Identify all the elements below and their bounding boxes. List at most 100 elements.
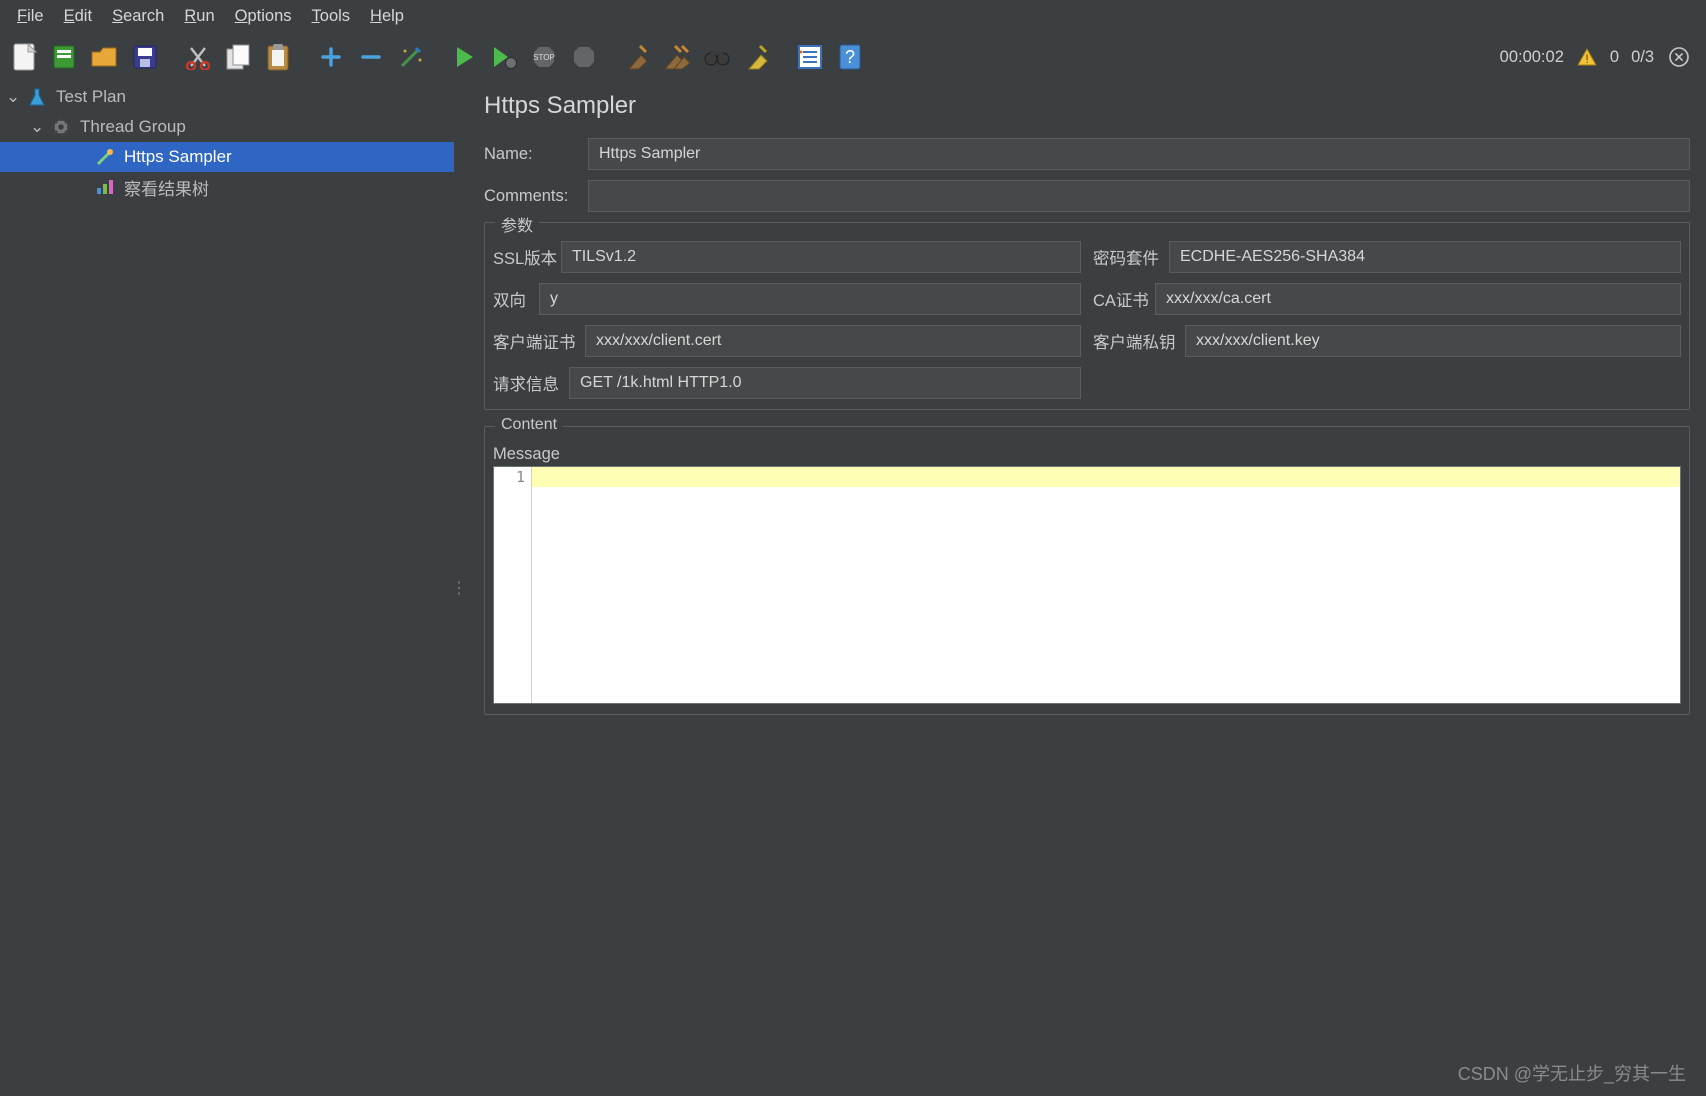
flask-icon [26, 86, 48, 108]
editor-textarea[interactable] [532, 467, 1680, 703]
help-button[interactable]: ? [833, 40, 867, 74]
watermark: CSDN @学无止步_穷其一生 [1458, 1060, 1686, 1086]
broom-yellow-icon [743, 43, 771, 71]
expand-toggle[interactable] [1666, 44, 1692, 70]
menu-tools[interactable]: Tools [305, 5, 358, 28]
shutdown-icon [572, 45, 596, 69]
minus-icon [360, 46, 382, 68]
name-input[interactable] [588, 138, 1690, 170]
help-icon: ? [838, 43, 862, 71]
client-key-label: 客户端私钥 [1093, 329, 1185, 353]
plus-icon [320, 46, 342, 68]
tree-https-sampler[interactable]: Https Sampler [0, 142, 454, 172]
tree-thread-group[interactable]: ⌄ Thread Group [0, 112, 454, 142]
toggle-button[interactable] [394, 40, 428, 74]
expand-icon [1668, 46, 1690, 68]
menu-search[interactable]: Search [105, 5, 171, 28]
clear-all-button[interactable] [660, 40, 694, 74]
templates-button[interactable] [48, 40, 82, 74]
tree-test-plan[interactable]: ⌄ Test Plan [0, 82, 454, 112]
paste-button[interactable] [261, 40, 295, 74]
chevron-down-icon[interactable]: ⌄ [6, 87, 22, 107]
panel-title: Https Sampler [484, 92, 1690, 120]
editor-gutter: 1 [494, 467, 532, 703]
toolbar: STOP ? 00:00:02 ! 0 0/3 [0, 34, 1706, 80]
threads-count: 0/3 [1631, 48, 1654, 67]
line-number: 1 [494, 468, 525, 486]
play-icon [453, 45, 475, 69]
copy-button[interactable] [221, 40, 255, 74]
splitter[interactable]: ⋮ [454, 80, 464, 1096]
client-cert-input[interactable] [585, 325, 1081, 357]
ca-cert-label: CA证书 [1093, 287, 1155, 311]
function-helper-button[interactable] [793, 40, 827, 74]
chart-icon [94, 176, 116, 198]
expand-all-button[interactable] [314, 40, 348, 74]
warning-icon: ! [1576, 47, 1598, 67]
broom-double-icon [662, 43, 692, 71]
comments-input[interactable] [588, 180, 1690, 212]
ca-cert-input[interactable] [1155, 283, 1681, 315]
open-button[interactable] [88, 40, 122, 74]
collapse-all-button[interactable] [354, 40, 388, 74]
main-split: ⌄ Test Plan ⌄ Thread Group Https Sampler [0, 80, 1706, 1096]
gear-icon [50, 116, 72, 138]
client-key-input[interactable] [1185, 325, 1681, 357]
warnings-indicator[interactable]: ! [1576, 47, 1598, 67]
params-legend: 参数 [495, 212, 539, 236]
binoculars-icon [703, 45, 731, 69]
test-plan-tree[interactable]: ⌄ Test Plan ⌄ Thread Group Https Sampler [0, 80, 454, 1096]
warning-count: 0 [1610, 48, 1619, 67]
shutdown-button[interactable] [567, 40, 601, 74]
svg-text:?: ? [845, 47, 855, 67]
chevron-down-icon[interactable]: ⌄ [30, 117, 46, 137]
cipher-input[interactable] [1169, 241, 1681, 273]
save-button[interactable] [128, 40, 162, 74]
toolbar-status: 00:00:02 ! 0 0/3 [1500, 44, 1698, 70]
clear-button[interactable] [620, 40, 654, 74]
message-editor[interactable]: 1 [493, 466, 1681, 704]
bidir-input[interactable] [539, 283, 1081, 315]
cut-button[interactable] [181, 40, 215, 74]
new-button[interactable] [8, 40, 42, 74]
ssl-version-label: SSL版本 [493, 245, 561, 269]
tree-view-results[interactable]: 察看结果树 [0, 172, 454, 202]
menu-options[interactable]: Options [228, 5, 299, 28]
request-input[interactable] [569, 367, 1081, 399]
stop-button[interactable]: STOP [527, 40, 561, 74]
start-no-pause-button[interactable] [487, 40, 521, 74]
elapsed-time: 00:00:02 [1500, 48, 1564, 67]
svg-text:!: ! [1585, 52, 1588, 66]
save-icon [132, 44, 158, 70]
start-button[interactable] [447, 40, 481, 74]
templates-icon [51, 43, 79, 71]
sampler-icon [94, 146, 116, 168]
editor-current-line [532, 467, 1680, 487]
stop-icon: STOP [532, 45, 556, 69]
bidir-label: 双向 [493, 287, 539, 311]
sampler-config-panel: Https Sampler Name: Comments: 参数 SSL版本 密… [464, 80, 1706, 1096]
tree-test-plan-label: Test Plan [56, 87, 126, 107]
cut-icon [185, 44, 211, 70]
menubar: File Edit Search Run Options Tools Help [0, 0, 1706, 34]
folder-open-icon [90, 44, 120, 70]
message-label: Message [493, 445, 1681, 464]
cipher-label: 密码套件 [1093, 245, 1169, 269]
menu-file[interactable]: File [10, 5, 51, 28]
tree-view-results-label: 察看结果树 [124, 175, 209, 200]
svg-text:STOP: STOP [533, 53, 555, 62]
tree-https-sampler-label: Https Sampler [124, 147, 232, 167]
copy-icon [225, 43, 251, 71]
menu-help[interactable]: Help [363, 5, 411, 28]
ssl-version-input[interactable] [561, 241, 1081, 273]
reset-search-button[interactable] [740, 40, 774, 74]
content-legend: Content [495, 416, 563, 434]
wand-icon [398, 44, 424, 70]
search-button[interactable] [700, 40, 734, 74]
list-icon [796, 43, 824, 71]
play-clock-icon [491, 45, 517, 69]
menu-edit[interactable]: Edit [57, 5, 99, 28]
comments-label: Comments: [484, 187, 588, 206]
tree-thread-group-label: Thread Group [80, 117, 186, 137]
menu-run[interactable]: Run [177, 5, 221, 28]
